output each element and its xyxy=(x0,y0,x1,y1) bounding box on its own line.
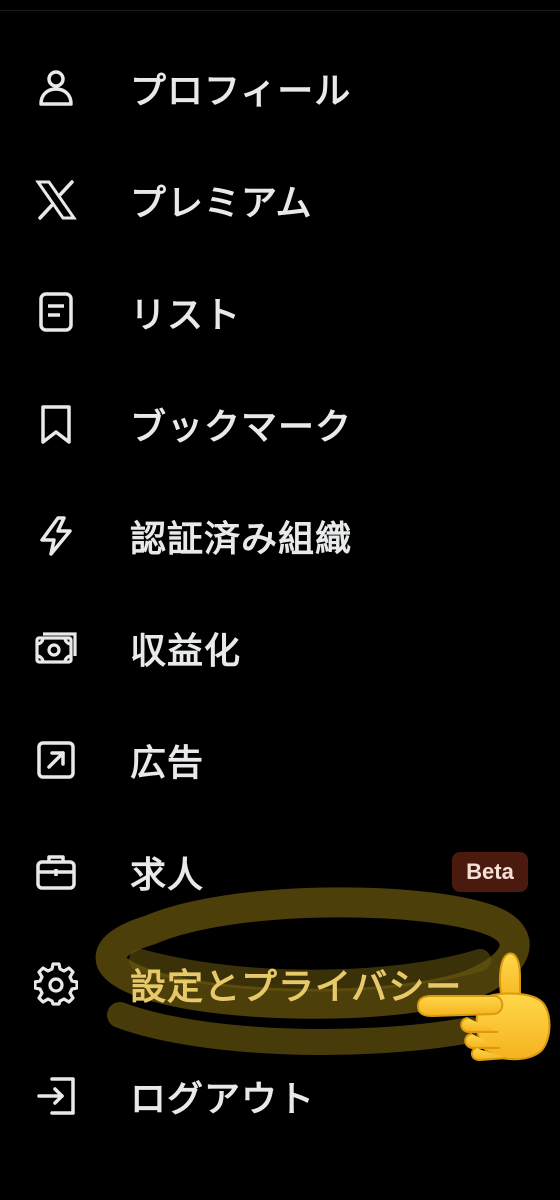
menu-label-ads: 広告 xyxy=(130,743,205,784)
menu-label-premium: プレミアム xyxy=(130,183,313,224)
menu-label-monetization: 収益化 xyxy=(130,631,242,672)
menu-label-profile: プロフィール xyxy=(130,71,352,112)
gear-icon xyxy=(34,962,78,1006)
menu-label-settings-privacy: 設定とプライバシー xyxy=(130,967,463,1008)
menu-item-profile[interactable]: プロフィール xyxy=(0,38,560,138)
bookmark-icon xyxy=(34,402,78,446)
menu-label-jobs: 求人 xyxy=(130,855,205,896)
menu-label-bookmarks: ブックマーク xyxy=(130,407,353,448)
list-document-icon xyxy=(34,290,78,334)
briefcase-icon xyxy=(34,850,78,894)
logout-icon xyxy=(34,1074,78,1118)
menu-item-verified-orgs[interactable]: 認証済み組織 xyxy=(0,486,560,586)
menu-label-lists: リスト xyxy=(130,295,242,336)
menu-label-logout: ログアウト xyxy=(130,1079,316,1120)
money-icon xyxy=(34,626,78,670)
menu-item-lists[interactable]: リスト xyxy=(0,262,560,362)
menu-item-settings-privacy[interactable]: 設定とプライバシー xyxy=(0,934,560,1034)
menu-item-bookmarks[interactable]: ブックマーク xyxy=(0,374,560,474)
top-divider xyxy=(0,10,560,11)
menu-item-premium[interactable]: プレミアム xyxy=(0,150,560,250)
menu-item-logout[interactable]: ログアウト xyxy=(0,1046,560,1146)
menu-item-ads[interactable]: 広告 xyxy=(0,710,560,810)
menu-item-jobs[interactable]: 求人 Beta xyxy=(0,822,560,922)
person-icon xyxy=(34,66,78,110)
x-logo-icon xyxy=(34,178,78,222)
menu-label-verified-orgs: 認証済み組織 xyxy=(130,519,353,560)
external-link-icon xyxy=(34,738,78,782)
beta-badge: Beta xyxy=(452,852,528,892)
lightning-icon xyxy=(34,514,78,558)
menu-item-monetization[interactable]: 収益化 xyxy=(0,598,560,698)
